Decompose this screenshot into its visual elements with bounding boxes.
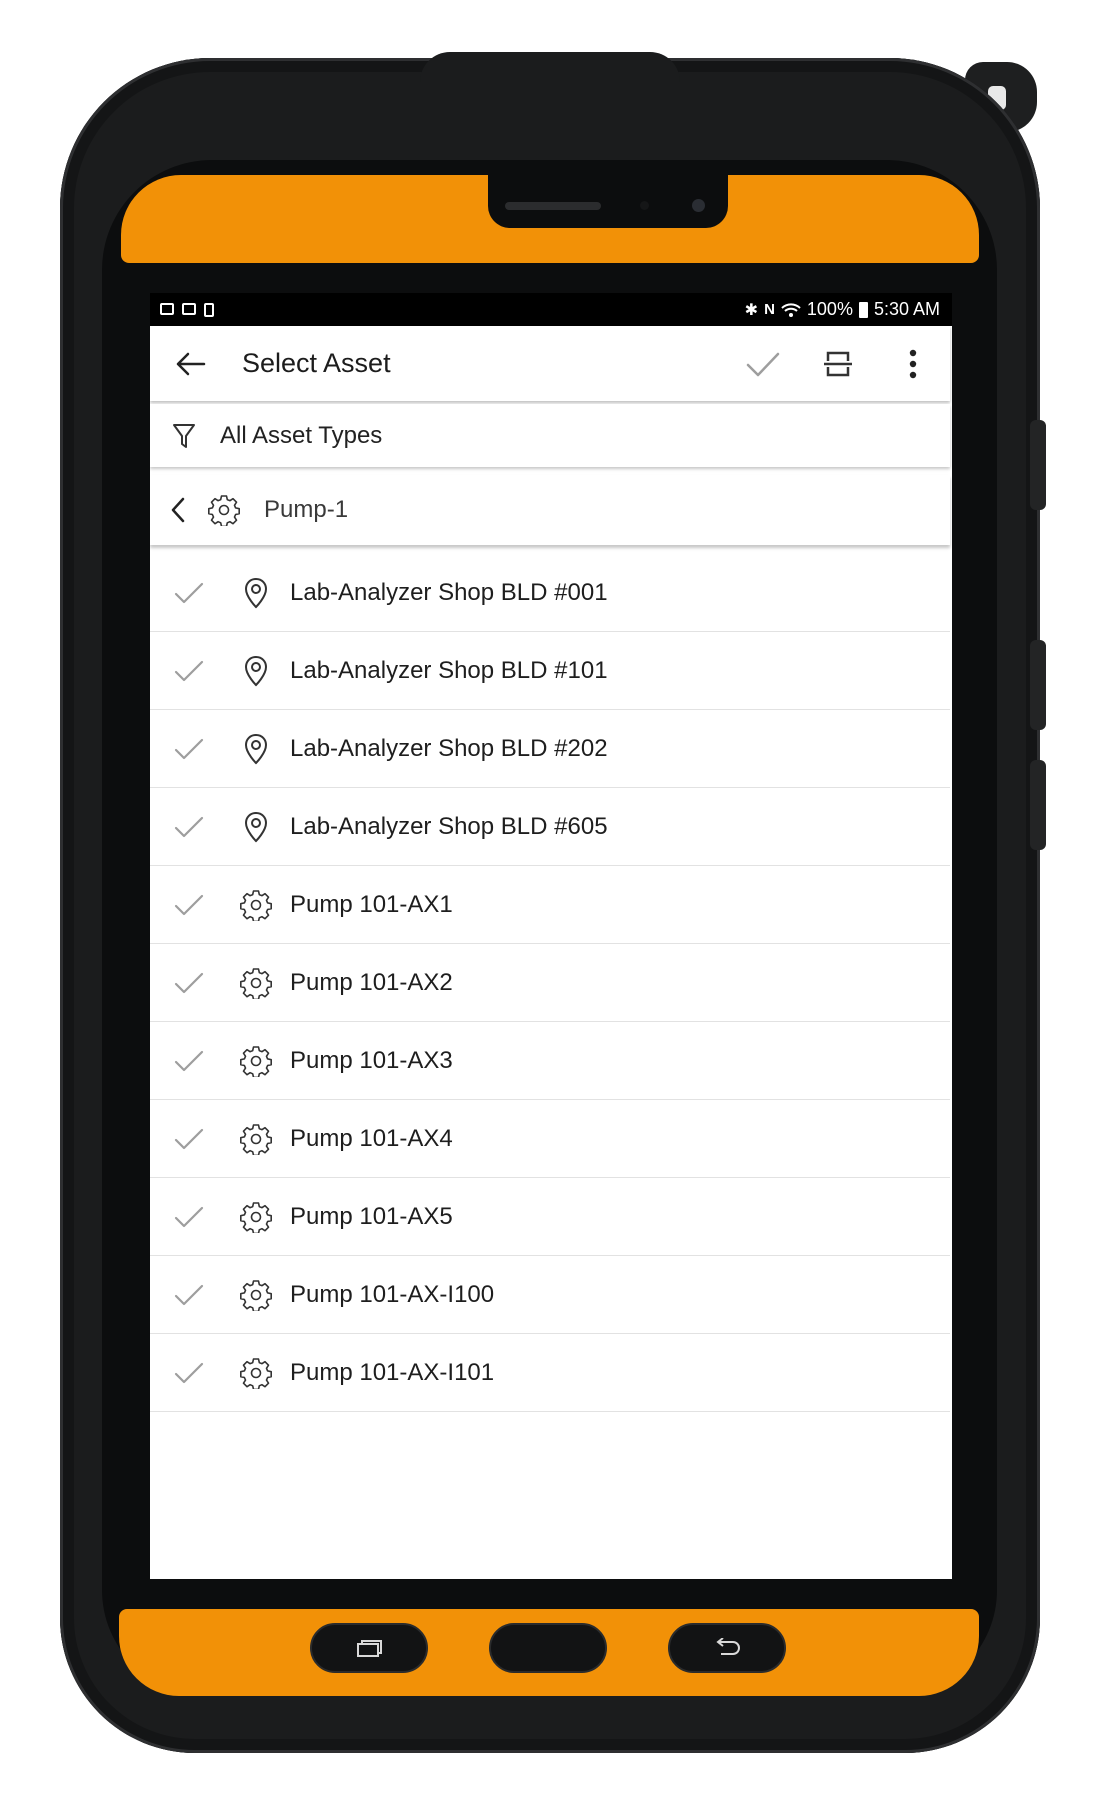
home-button[interactable] — [489, 1623, 607, 1673]
list-item-label: Pump 101-AX2 — [290, 968, 453, 996]
scan-button[interactable] — [800, 326, 875, 401]
battery-icon — [858, 301, 868, 318]
list-item[interactable]: Pump 101-AX-I100 — [150, 1256, 950, 1334]
list-item[interactable]: Lab-Analyzer Shop BLD #202 — [150, 710, 950, 788]
volume-button — [1030, 420, 1046, 510]
app-bar: Select Asset — [150, 326, 950, 401]
device-top-bump — [420, 52, 680, 92]
status-time: 5:30 AM — [873, 299, 940, 319]
breadcrumb-label: Pump-1 — [264, 496, 349, 523]
gear-icon — [238, 967, 274, 999]
list-item-label: Pump 101-AX3 — [290, 1046, 453, 1074]
recents-icon — [357, 1640, 382, 1657]
list-item-label: Pump 101-AX-I100 — [290, 1280, 495, 1308]
list-item-label: Lab-Analyzer Shop BLD #001 — [290, 578, 608, 606]
select-check-icon[interactable] — [174, 659, 224, 683]
side-key — [1030, 760, 1046, 850]
image-icon — [160, 302, 174, 315]
list-item[interactable]: Pump 101-AX1 — [150, 866, 950, 944]
back-nav-icon — [716, 1638, 740, 1655]
list-item-label: Pump 101-AX1 — [290, 890, 453, 918]
breadcrumb[interactable]: Pump-1 — [150, 475, 950, 545]
list-item[interactable]: Pump 101-AX-I101 — [150, 1334, 950, 1412]
list-item[interactable]: Pump 101-AX2 — [150, 944, 950, 1022]
gear-icon — [238, 1357, 274, 1389]
list-item[interactable]: Pump 101-AX5 — [150, 1178, 950, 1256]
select-check-icon[interactable] — [174, 1205, 224, 1229]
list-item-label: Pump 101-AX5 — [290, 1202, 453, 1230]
power-button — [1030, 640, 1046, 730]
list-item[interactable]: Lab-Analyzer Shop BLD #001 — [150, 554, 950, 632]
list-item-label: Pump 101-AX4 — [290, 1124, 453, 1152]
select-check-icon[interactable] — [174, 971, 224, 995]
more-options-button[interactable] — [875, 326, 950, 401]
filter-label: All Asset Types — [220, 421, 383, 449]
page-title: Select Asset — [242, 348, 391, 378]
battery-saver-icon — [204, 302, 214, 317]
back-button[interactable] — [150, 326, 230, 401]
arrow-back-icon — [176, 352, 206, 375]
back-nav-button[interactable] — [668, 1623, 786, 1673]
list-item-label: Pump 101-AX-I101 — [290, 1358, 495, 1386]
location-icon — [238, 577, 274, 609]
asset-list: Lab-Analyzer Shop BLD #001 Lab-Analyzer S… — [150, 554, 950, 1412]
gear-icon — [208, 495, 240, 526]
bluetooth-icon: ✱ — [744, 301, 759, 319]
wifi-icon — [781, 302, 801, 317]
list-item-label: Lab-Analyzer Shop BLD #101 — [290, 656, 608, 684]
more-vert-icon — [909, 349, 916, 378]
list-item[interactable]: Pump 101-AX3 — [150, 1022, 950, 1100]
front-camera — [692, 199, 705, 212]
device-notch — [488, 172, 728, 228]
location-icon — [238, 655, 274, 687]
gear-icon — [238, 889, 274, 921]
list-item[interactable]: Lab-Analyzer Shop BLD #101 — [150, 632, 950, 710]
select-check-icon[interactable] — [174, 581, 224, 605]
list-item[interactable]: Pump 101-AX4 — [150, 1100, 950, 1178]
speaker-grille — [505, 202, 601, 210]
gear-icon — [238, 1201, 274, 1233]
location-icon — [238, 811, 274, 843]
select-check-icon[interactable] — [174, 1361, 224, 1385]
gear-icon — [238, 1279, 274, 1311]
recents-button[interactable] — [310, 1623, 428, 1673]
gear-icon — [238, 1045, 274, 1077]
battery-percent: 100% — [806, 299, 853, 319]
scan-icon — [823, 351, 852, 376]
filter-icon — [173, 423, 195, 448]
list-item-label: Lab-Analyzer Shop BLD #202 — [290, 734, 608, 762]
list-item-label: Lab-Analyzer Shop BLD #605 — [290, 812, 608, 840]
location-icon — [238, 733, 274, 765]
select-check-icon[interactable] — [174, 1049, 224, 1073]
breadcrumb-back-button[interactable] — [170, 497, 200, 523]
cast-icon — [182, 302, 196, 315]
chevron-left-icon — [171, 497, 185, 523]
check-icon — [746, 352, 779, 376]
gear-icon — [238, 1123, 274, 1155]
select-check-icon[interactable] — [174, 893, 224, 917]
asset-type-filter[interactable]: All Asset Types — [150, 404, 950, 467]
select-check-icon[interactable] — [174, 1127, 224, 1151]
nfc-icon: N — [764, 301, 775, 318]
select-check-icon[interactable] — [174, 1283, 224, 1307]
select-check-icon[interactable] — [174, 815, 224, 839]
sensor — [640, 201, 649, 210]
status-bar: ✱ N 100% 5:30 AM — [150, 293, 952, 326]
app-screen: ✱ N 100% 5:30 AM Select Asset All Asset … — [150, 293, 952, 1579]
confirm-button[interactable] — [725, 326, 800, 401]
list-item[interactable]: Lab-Analyzer Shop BLD #605 — [150, 788, 950, 866]
select-check-icon[interactable] — [174, 737, 224, 761]
